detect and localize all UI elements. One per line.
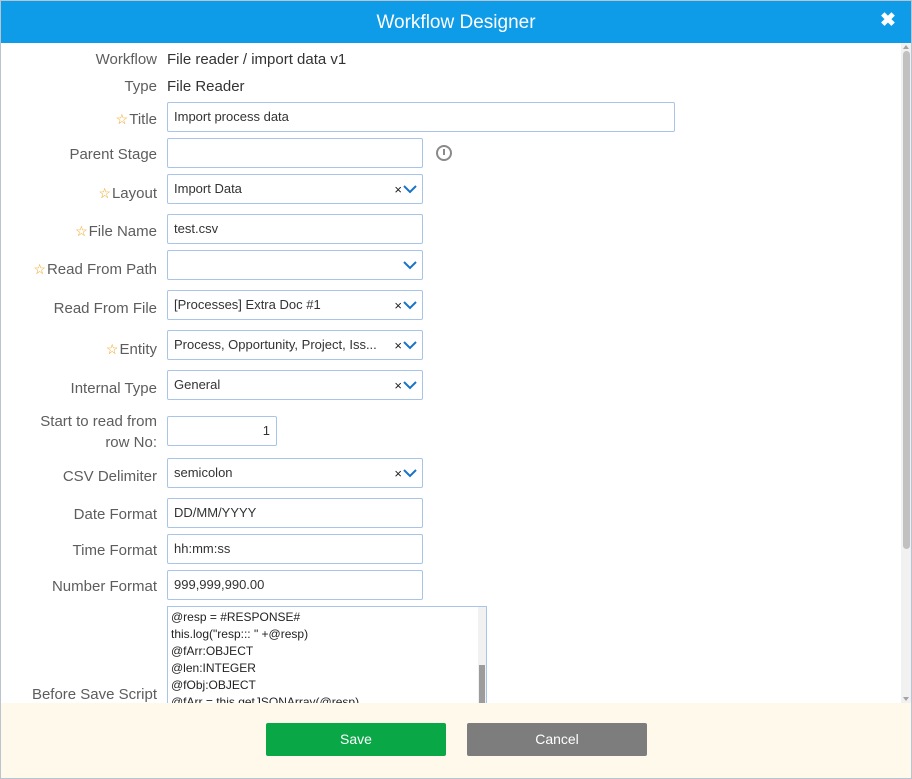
chevron-down-icon[interactable] (403, 260, 417, 270)
save-button[interactable]: Save (266, 723, 446, 756)
script-line: @fArr = this.getJSONArray(@resp) (171, 695, 360, 703)
clear-icon[interactable]: × (394, 459, 402, 487)
file-name-label: ☆File Name (75, 223, 157, 240)
entity-label: ☆Entity (105, 341, 157, 358)
clear-icon[interactable]: × (394, 291, 402, 319)
type-value: File Reader (167, 78, 245, 95)
number-format-input[interactable]: 999,999,990.00 (167, 570, 423, 600)
script-line: @fArr:OBJECT (171, 644, 254, 658)
csv-delimiter-label: CSV Delimiter (62, 468, 157, 485)
script-scrollbar-thumb[interactable] (479, 665, 485, 703)
internal-type-label: Internal Type (70, 380, 157, 397)
required-star-icon: ☆ (105, 341, 119, 357)
required-star-icon: ☆ (75, 223, 88, 239)
script-line: @fObj:OBJECT (171, 678, 256, 692)
chevron-down-icon[interactable] (403, 340, 417, 350)
dialog-header: Workflow Designer ✖ (1, 1, 911, 43)
script-line: @len:INTEGER (171, 661, 256, 675)
form-body: Workflow File reader / import data v1 Ty… (1, 43, 901, 703)
close-icon[interactable]: ✖ (879, 10, 897, 32)
title-input[interactable]: Import process data (167, 102, 675, 132)
dialog-title: Workflow Designer (376, 12, 536, 33)
layout-label: ☆Layout (98, 185, 157, 202)
script-line: this.log("resp::: " +@resp) (171, 627, 309, 641)
before-save-script-label: Before Save Script (31, 686, 157, 703)
time-format-input[interactable]: hh:mm:ss (167, 534, 423, 564)
clear-icon[interactable]: × (394, 371, 402, 399)
chevron-down-icon[interactable] (403, 300, 417, 310)
chevron-down-icon[interactable] (403, 380, 417, 390)
script-scrollbar[interactable] (478, 607, 486, 703)
number-format-label: Number Format (51, 578, 157, 595)
form-scrollbar-thumb[interactable] (903, 51, 910, 549)
csv-delimiter-select[interactable]: semicolon × (167, 458, 423, 488)
clear-icon[interactable]: × (394, 175, 402, 203)
scroll-up-arrow-icon[interactable] (903, 45, 909, 49)
clear-icon[interactable]: × (394, 331, 402, 359)
start-row-label: Start to read from row No: (40, 413, 157, 451)
type-label: Type (124, 78, 157, 95)
read-from-path-select[interactable] (167, 250, 423, 280)
parent-stage-input[interactable] (167, 138, 423, 168)
parent-stage-label: Parent Stage (69, 146, 157, 163)
dialog-footer: Save Cancel (1, 703, 911, 778)
layout-select[interactable]: Import Data × (167, 174, 423, 204)
internal-type-select[interactable]: General × (167, 370, 423, 400)
form-scrollbar[interactable] (901, 43, 911, 703)
cancel-button[interactable]: Cancel (467, 723, 647, 756)
required-star-icon: ☆ (115, 111, 129, 127)
read-from-path-label: ☆Read From Path (33, 261, 157, 278)
title-label: ☆Title (115, 111, 157, 128)
chevron-down-icon[interactable] (403, 184, 417, 194)
read-from-file-select[interactable]: [Processes] Extra Doc #1 × (167, 290, 423, 320)
chevron-down-icon[interactable] (403, 468, 417, 478)
file-name-input[interactable]: test.csv (167, 214, 423, 244)
start-row-input[interactable]: 1 (167, 416, 277, 446)
script-line: @resp = #RESPONSE# (171, 610, 301, 624)
workflow-value: File reader / import data v1 (167, 51, 347, 68)
required-star-icon: ☆ (98, 185, 111, 201)
date-format-input[interactable]: DD/MM/YYYY (167, 498, 423, 528)
read-from-file-label: Read From File (53, 300, 157, 317)
workflow-label: Workflow (95, 51, 157, 68)
required-star-icon: ☆ (33, 261, 46, 277)
workflow-designer-dialog: Workflow Designer ✖ Workflow File reader… (0, 0, 912, 779)
info-icon[interactable] (436, 145, 452, 161)
before-save-script-textarea[interactable]: @resp = #RESPONSE# this.log("resp::: " +… (167, 606, 487, 703)
scroll-down-arrow-icon[interactable] (903, 697, 909, 701)
time-format-label: Time Format (72, 542, 157, 559)
entity-select[interactable]: Process, Opportunity, Project, Iss... × (167, 330, 423, 360)
date-format-label: Date Format (73, 506, 157, 523)
